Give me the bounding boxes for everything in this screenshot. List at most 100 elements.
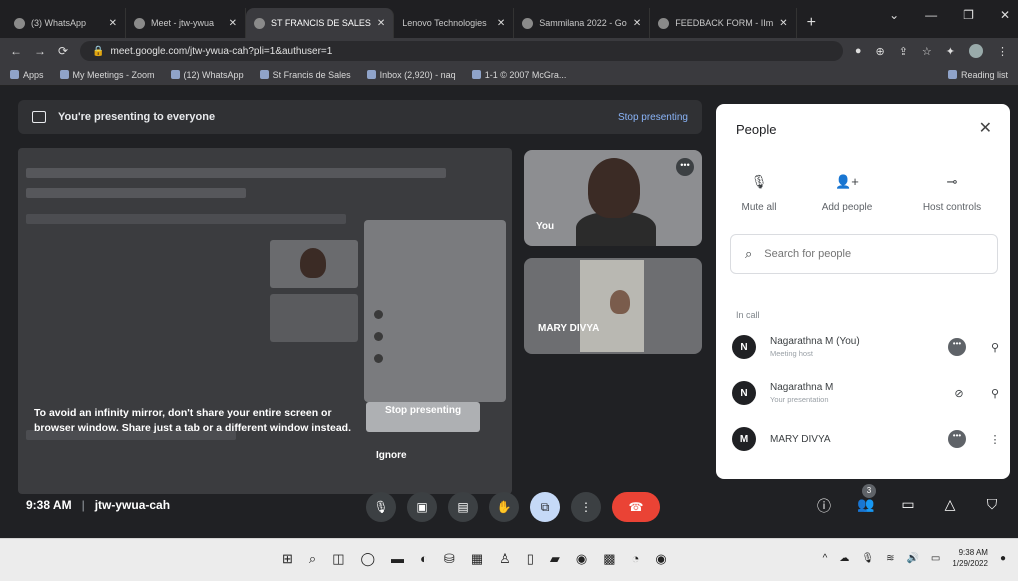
more-options-icon[interactable]: ••• xyxy=(948,338,966,356)
start-icon[interactable]: ⊞ xyxy=(282,551,293,567)
bookmark-zoom[interactable]: My Meetings - Zoom xyxy=(59,70,155,80)
pin-off-icon[interactable]: ⚲ xyxy=(988,387,1002,400)
battery-icon[interactable]: ▭ xyxy=(931,553,940,564)
chrome-icon[interactable]: ◉ xyxy=(576,551,587,567)
present-button[interactable]: ⧉ xyxy=(530,492,560,522)
app-icon[interactable]: ◔ xyxy=(632,551,640,567)
tab-lenovo[interactable]: Lenovo Technologies ✕ xyxy=(394,8,515,38)
restore-icon[interactable]: ❐ xyxy=(963,8,974,22)
camera-icon: ▣ xyxy=(416,500,428,514)
edge-icon[interactable]: ◐ xyxy=(420,551,428,567)
wifi-icon[interactable]: ≋ xyxy=(886,553,894,564)
menu-kebab-icon[interactable]: ⋮ xyxy=(997,45,1008,58)
search-icon[interactable]: ⌕ xyxy=(309,551,316,567)
people-panel-title: People xyxy=(736,122,777,137)
camera-indicator-icon[interactable]: ● xyxy=(855,45,862,57)
volume-icon[interactable]: 🔊 xyxy=(906,553,918,564)
chrome-icon xyxy=(259,70,269,79)
extensions-icon[interactable]: ✦ xyxy=(946,45,955,58)
new-tab-icon[interactable]: + xyxy=(797,14,826,38)
bookmark-whatsapp[interactable]: (12) WhatsApp xyxy=(170,70,244,80)
chat-icon[interactable]: ◯ xyxy=(360,551,375,567)
store-icon[interactable]: ⛁ xyxy=(444,551,455,567)
close-icon[interactable]: ✕ xyxy=(377,18,385,29)
window-close-icon[interactable]: ✕ xyxy=(1000,8,1010,22)
tab-meet[interactable]: Meet - jtw-ywua ✕ xyxy=(126,8,246,38)
more-options-button[interactable]: ⋮ xyxy=(571,492,601,522)
minimize-icon[interactable]: — xyxy=(925,8,937,22)
mirror-video-tile xyxy=(270,240,358,288)
more-options-icon[interactable]: ••• xyxy=(948,430,966,448)
tab-whatsapp[interactable]: (3) WhatsApp ✕ xyxy=(6,8,126,38)
leave-call-button[interactable]: ☎ xyxy=(612,492,660,522)
ignore-button[interactable]: Ignore xyxy=(376,450,407,461)
banner-stop-presenting[interactable]: Stop presenting xyxy=(618,112,688,123)
chrome-icon[interactable]: ◉ xyxy=(655,551,666,567)
close-icon[interactable]: ✕ xyxy=(779,18,787,29)
pin-icon[interactable]: ⚲ xyxy=(988,341,1002,354)
star-icon[interactable]: ☆ xyxy=(922,45,932,58)
mic-icon[interactable]: 🎙 xyxy=(861,553,874,564)
word-icon[interactable]: ▯ xyxy=(527,551,534,567)
tab-sammilana[interactable]: Sammilana 2022 - Go ✕ xyxy=(514,8,651,38)
taskbar-clock[interactable]: 9:38 AM 1/29/2022 xyxy=(952,547,988,569)
bookmark-inbox[interactable]: Inbox (2,920) - naq xyxy=(366,70,456,80)
reload-icon[interactable]: ⟳ xyxy=(58,44,68,58)
stop-presenting-button[interactable]: Stop presenting xyxy=(366,402,480,432)
calendar-icon[interactable]: ▦ xyxy=(471,551,483,567)
host-controls-button[interactable]: ⛉ xyxy=(982,496,1002,516)
raise-hand-button[interactable]: ✋ xyxy=(489,492,519,522)
search-people[interactable]: ⌕ xyxy=(730,234,998,274)
app-icon[interactable]: ♙ xyxy=(499,551,511,567)
activities-button[interactable]: △ xyxy=(940,496,960,516)
bookmark-st-francis[interactable]: St Francis de Sales xyxy=(259,70,351,80)
shield-icon: ⛉ xyxy=(986,496,998,512)
tab-search-icon[interactable]: ⌄ xyxy=(889,8,899,22)
tab-feedback[interactable]: FEEDBACK FORM - IIm ✕ xyxy=(650,8,797,38)
info-icon: ⓘ xyxy=(817,498,831,514)
notification-icon[interactable]: ● xyxy=(1000,553,1006,564)
meeting-details-button[interactable]: ⓘ xyxy=(814,496,834,516)
reading-list[interactable]: Reading list xyxy=(947,70,1008,80)
add-people-control[interactable]: 👤+ Add people xyxy=(812,174,882,213)
close-icon[interactable]: ✕ xyxy=(109,18,117,29)
add-person-icon: 👤+ xyxy=(835,174,859,189)
whatsapp-icon xyxy=(170,70,180,79)
close-icon[interactable]: ✕ xyxy=(633,18,641,29)
in-call-heading: In call xyxy=(736,310,760,320)
mute-all-control[interactable]: 🎙 Mute all xyxy=(734,174,784,213)
back-icon[interactable]: ← xyxy=(10,44,22,58)
video-tile-you[interactable]: ••• You xyxy=(524,150,702,246)
bookmark-mcgraw[interactable]: 1-1 © 2007 McGra... xyxy=(471,70,566,80)
onedrive-icon[interactable]: ☁ xyxy=(839,553,849,564)
zoom-icon[interactable]: ⊕ xyxy=(875,45,884,58)
present-off-icon[interactable]: ⊘ xyxy=(952,387,966,400)
captions-button[interactable]: ▤ xyxy=(448,492,478,522)
url-field[interactable]: 🔒 meet.google.com/jtw-ywua-cah?pli=1&aut… xyxy=(80,41,843,61)
video-tile-mary[interactable]: MARY DIVYA xyxy=(524,258,702,354)
close-icon[interactable]: ✕ xyxy=(497,18,505,29)
camera-button[interactable]: ▣ xyxy=(407,492,437,522)
close-icon[interactable]: ✕ xyxy=(229,18,237,29)
more-options-icon[interactable]: ••• xyxy=(676,158,694,176)
tab-st-francis[interactable]: ST FRANCIS DE SALES ✕ xyxy=(246,8,395,38)
kebab-menu-icon[interactable]: ⋮ xyxy=(988,433,1002,446)
bookmark-apps[interactable]: Apps xyxy=(10,70,44,80)
task-view-icon[interactable]: ◫ xyxy=(332,551,344,567)
people-button[interactable]: 3 👥 xyxy=(856,484,876,516)
forward-icon[interactable]: → xyxy=(34,44,46,58)
chevron-up-icon[interactable]: ^ xyxy=(823,553,828,564)
avatar: M xyxy=(732,427,756,451)
close-icon[interactable]: ✕ xyxy=(979,118,992,138)
folder-icon[interactable]: ▰ xyxy=(550,551,560,567)
host-controls-control[interactable]: ⊸ Host controls xyxy=(914,174,990,213)
mic-button[interactable]: 🎙 xyxy=(366,492,396,522)
participant-row: N Nagarathna M (You) Meeting host ••• ⚲ xyxy=(732,330,1002,364)
participant-row: M MARY DIVYA ••• ⋮ xyxy=(732,422,1002,456)
profile-avatar[interactable] xyxy=(969,44,983,58)
file-explorer-icon[interactable]: ▬ xyxy=(391,551,404,567)
chat-button[interactable]: ▭ xyxy=(898,496,918,516)
photos-icon[interactable]: ▩ xyxy=(603,551,615,567)
search-input[interactable] xyxy=(762,247,963,261)
share-icon[interactable]: ⇪ xyxy=(899,45,908,58)
